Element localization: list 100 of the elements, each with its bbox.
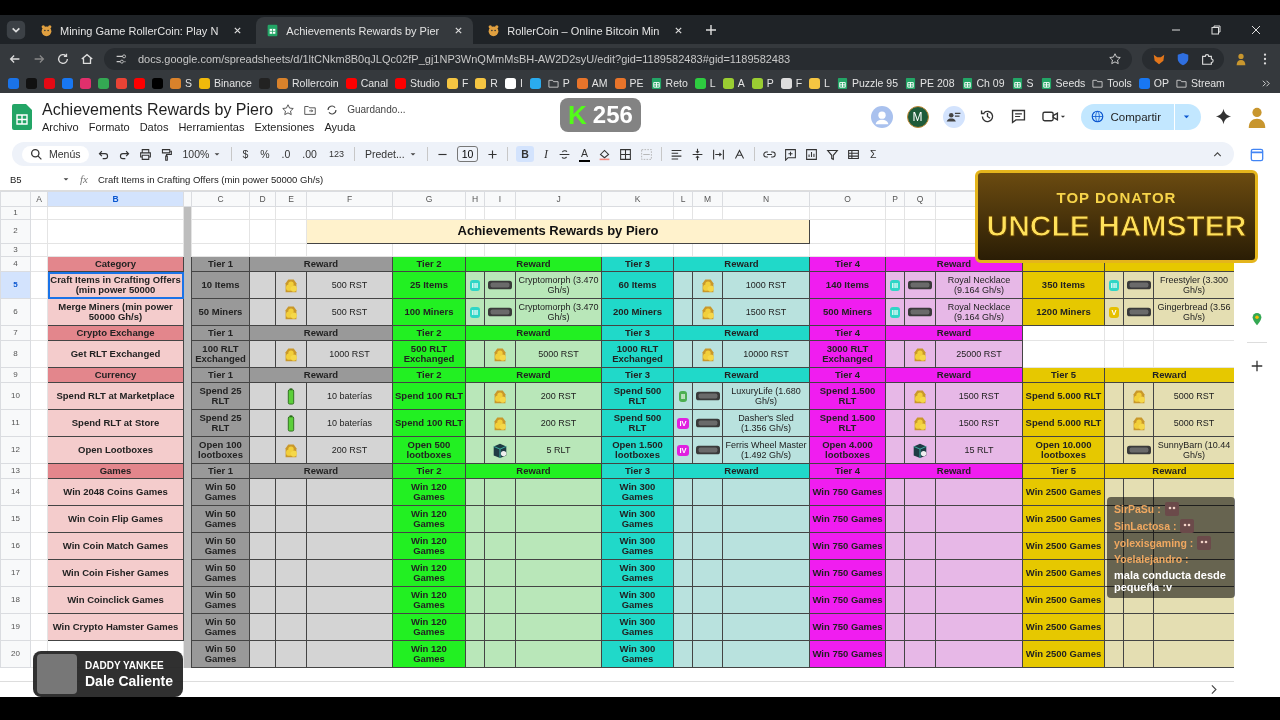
row-number[interactable]: 20 [0, 640, 31, 668]
bookmark-icon[interactable] [44, 77, 55, 89]
star-icon[interactable] [281, 102, 296, 117]
achievement-name[interactable]: Spend RLT at Marketplace [47, 382, 184, 410]
bookmark[interactable]: Tools [1092, 77, 1132, 89]
achievement-name[interactable]: Spend RLT at Store [47, 409, 184, 437]
menu-item[interactable]: Archivo [42, 120, 79, 133]
restore-icon[interactable] [1210, 23, 1222, 36]
column-header[interactable]: E [275, 191, 307, 207]
column-header[interactable]: C [191, 191, 250, 207]
bookmark-icon[interactable] [80, 77, 91, 89]
italic-button[interactable]: I [541, 145, 550, 163]
close-icon[interactable] [233, 26, 243, 35]
bookmark[interactable]: L [694, 77, 716, 89]
bookmark[interactable]: P [547, 77, 570, 89]
row-number[interactable]: 10 [0, 382, 31, 410]
bookmark[interactable]: S [170, 77, 192, 89]
document-title[interactable]: Achievements Rewards by Piero [42, 100, 274, 119]
paint-format-icon[interactable] [159, 147, 173, 161]
menu-search-field[interactable]: Menús [22, 145, 89, 163]
calendar-icon[interactable] [1250, 148, 1264, 162]
home-icon[interactable] [80, 51, 94, 66]
bookmark[interactable]: Canal [345, 77, 389, 89]
bookmark-icon[interactable] [134, 77, 145, 89]
cell-name-box[interactable]: B5 [10, 173, 70, 185]
row-number[interactable]: 12 [0, 436, 31, 464]
bookmark[interactable]: A [722, 77, 745, 89]
profile-icon[interactable] [1246, 105, 1268, 128]
row-number[interactable]: 5 [0, 271, 31, 299]
achievement-name[interactable]: Win 2048 Coins Games [47, 478, 184, 506]
puzzle-icon[interactable] [1200, 51, 1214, 66]
browser-tab[interactable]: RollerCoin – Online Bitcoin Min [477, 17, 694, 44]
column-header[interactable]: D [249, 191, 276, 207]
strikethrough-icon[interactable] [557, 147, 571, 161]
font-size-field[interactable]: 10 [456, 146, 479, 162]
comment-mode-icon[interactable] [942, 105, 965, 128]
column-header[interactable]: M [692, 191, 723, 207]
new-tab-icon[interactable] [705, 23, 718, 36]
reload-icon[interactable] [56, 51, 70, 66]
bookmark[interactable]: PE [614, 77, 644, 89]
column-header[interactable]: K [601, 191, 674, 207]
borders-icon[interactable] [618, 147, 632, 161]
functions-button[interactable]: Σ [867, 147, 879, 161]
sparkle-icon[interactable] [1215, 108, 1232, 125]
comment-icon[interactable] [1009, 108, 1027, 125]
achievement-name[interactable]: Win Coin Flip Games [47, 505, 184, 533]
more-bookmarks-icon[interactable] [1261, 77, 1272, 89]
bookmark[interactable]: Rollercoin [276, 77, 339, 89]
decrease-decimals-button[interactable]: .0 [279, 147, 293, 161]
bookmark-icon[interactable] [98, 77, 109, 89]
tab-list-button[interactable] [6, 19, 26, 40]
table-icon[interactable] [846, 147, 860, 161]
column-header[interactable]: B [47, 191, 184, 207]
achievement-name[interactable]: Win Coin Fisher Games [47, 559, 184, 587]
bookmark[interactable]: Stream [1176, 77, 1225, 89]
sheets-logo-icon[interactable] [12, 103, 32, 130]
increase-decimals-button[interactable]: .00 [300, 147, 319, 161]
bookmark[interactable]: OP [1138, 77, 1169, 89]
bookmark[interactable]: F [446, 77, 469, 89]
bookmark[interactable]: Ch 09 [961, 77, 1005, 89]
plus-icon[interactable] [486, 147, 500, 161]
bold-button[interactable]: B [516, 146, 534, 162]
achievement-name[interactable]: Open Lootboxes [47, 436, 184, 464]
browser-tab[interactable]: Achievements Rewards by Pier [256, 17, 474, 44]
column-header[interactable]: I [484, 191, 516, 207]
row-number[interactable]: 17 [0, 559, 31, 587]
bookmark-icon[interactable] [529, 77, 541, 89]
number-format-button[interactable]: 123 [326, 148, 346, 160]
column-header[interactable]: Q [904, 191, 936, 207]
merge-cells-icon[interactable] [639, 147, 653, 161]
bookmark[interactable]: F [780, 77, 803, 89]
text-rotation-icon[interactable] [732, 147, 746, 161]
achievement-name[interactable]: Craft Items in Crafting Offers (min power 50000 [47, 271, 184, 299]
achievement-name[interactable]: Win Coinclick Games [47, 586, 184, 614]
bookmark[interactable]: Studio [395, 77, 440, 89]
close-icon[interactable] [674, 26, 684, 35]
column-header[interactable]: G [392, 191, 466, 207]
bookmark[interactable]: R [475, 77, 498, 89]
column-header[interactable]: O [809, 191, 886, 207]
bookmark[interactable]: S [1011, 77, 1034, 89]
row-number[interactable]: 11 [0, 409, 31, 437]
zoom-dropdown[interactable]: 100% [180, 147, 224, 161]
achievement-name[interactable]: Win Coin Match Games [47, 532, 184, 560]
close-icon[interactable] [1250, 23, 1262, 36]
column-header[interactable]: J [515, 191, 602, 207]
row-number[interactable]: 6 [0, 298, 31, 326]
row-number[interactable]: 15 [0, 505, 31, 533]
browser-tab[interactable]: Mining Game RollerCoin: Play N [30, 17, 253, 44]
currency-format-button[interactable]: $ [240, 147, 251, 161]
bookmark-icon[interactable] [62, 77, 73, 89]
bookmark[interactable]: Seeds [1040, 77, 1086, 89]
achievement-name[interactable]: Win Crypto Hamster Games [47, 613, 184, 641]
menu-item[interactable]: Extensiones [254, 120, 315, 133]
menu-item[interactable]: Ayuda [324, 120, 356, 133]
text-wrap-icon[interactable] [711, 147, 725, 161]
star-icon[interactable] [1108, 51, 1122, 66]
bookmark[interactable]: Puzzle 95 [836, 77, 899, 89]
formula-field[interactable]: Craft Items in Crafting Offers (min power 50000 Gh/s) [97, 173, 324, 185]
vertical-align-icon[interactable] [690, 147, 704, 161]
bookmark[interactable]: L [809, 77, 830, 89]
